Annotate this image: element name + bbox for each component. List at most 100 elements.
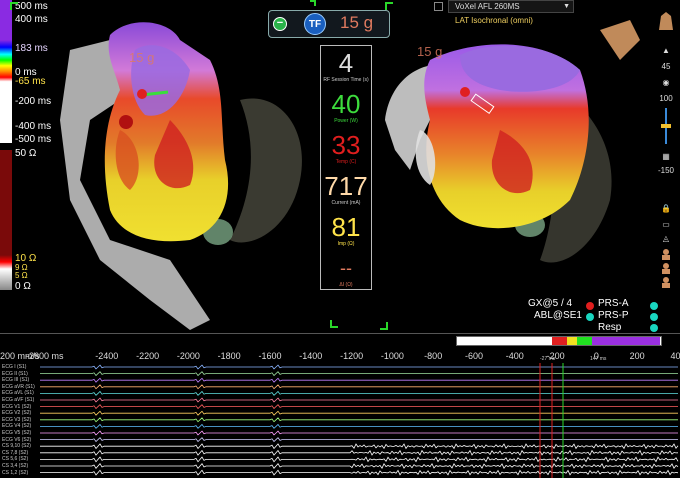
- time-tick-label: -2200: [136, 351, 160, 361]
- ecg-channel-label: CS 1,2 (S2): [2, 469, 29, 476]
- rf-time-value: 4: [338, 48, 354, 78]
- time-tick-label: -400: [505, 351, 524, 361]
- scale-label-183: 183 ms: [15, 43, 48, 54]
- time-tick-label: 0: [593, 351, 599, 361]
- time-tick-label: 200: [629, 351, 645, 361]
- minus-icon[interactable]: −: [273, 17, 287, 31]
- map-select-value: VoXel AFL 260MS: [455, 2, 520, 11]
- ecg-channel-label: ECG aVL (S1): [2, 390, 34, 397]
- map-select-dropdown[interactable]: VoXel AFL 260MS ▼: [448, 0, 574, 13]
- scale-label-5ohm: 5 Ω: [15, 271, 28, 280]
- viewport-corner: [10, 2, 18, 10]
- ecg-channel-label: ECG V4 (S2): [2, 423, 32, 430]
- scale-label-0ohm: 0 Ω: [15, 281, 31, 292]
- ecg-channel-label: ECG V5 (S2): [2, 430, 32, 436]
- ecg-channel-label: CS 5,6 (S2): [2, 456, 29, 463]
- eye-icon[interactable]: ◉: [656, 78, 676, 87]
- ecg-trace: [40, 437, 678, 443]
- view-icon[interactable]: ◬: [656, 234, 676, 243]
- ecg-trace: [40, 423, 678, 429]
- legend-prs-a: PRS-A: [598, 298, 629, 309]
- ecg-trace: [40, 397, 678, 403]
- ecg-trace: [40, 371, 678, 377]
- contact-force-value: 15 g: [340, 13, 374, 32]
- scale-label-neg200: -200 ms: [15, 96, 52, 107]
- right-anatomy-map[interactable]: [380, 20, 650, 320]
- zoom-value: 45: [661, 62, 671, 71]
- ecg-trace: [40, 462, 679, 469]
- rf-current-block: 717 Current (mA): [321, 172, 371, 206]
- time-tick-label: -800: [424, 351, 443, 361]
- triangle-icon[interactable]: ▲: [656, 46, 676, 55]
- scale-label-500: 500 ms: [15, 1, 48, 12]
- prs-a-dot-icon: [650, 302, 658, 310]
- impedance-color-scale[interactable]: [0, 150, 12, 290]
- view-pa-icon[interactable]: [656, 262, 676, 276]
- legend-prs-p: PRS-P: [598, 310, 629, 321]
- scale-label-400: 400 ms: [15, 14, 48, 25]
- viewport-corner: [380, 322, 388, 330]
- map-subtitle: LAT Isochronal (omni): [455, 16, 533, 25]
- viewport-corner: [330, 320, 338, 328]
- ecg-trace: [40, 390, 678, 396]
- time-tick-label: -1000: [380, 351, 404, 361]
- time-tick-label: -2000: [176, 351, 200, 361]
- grid-icon[interactable]: ▦: [656, 152, 676, 161]
- rf-dimp-value: --: [340, 258, 352, 278]
- viewport-corner: [385, 2, 393, 10]
- scale-label-50ohm: 50 Ω: [15, 148, 37, 159]
- lock-icon[interactable]: 🔒: [656, 204, 676, 213]
- scale-label-neg65: -65 ms: [15, 76, 46, 87]
- torso-icon[interactable]: [656, 10, 676, 34]
- ecg-channel-label: ECG V2 (S2): [2, 410, 32, 417]
- ecg-channel-label: ECG V6 (S2): [2, 436, 32, 443]
- view-lao-icon[interactable]: [656, 276, 676, 290]
- ecg-trace: [40, 404, 678, 410]
- time-tick-label: -2600 ms: [26, 351, 64, 361]
- ecg-trace: [40, 443, 679, 450]
- legend-resp: Resp: [598, 322, 622, 333]
- prs-p-dot-icon: [650, 313, 658, 321]
- ecg-channel-label: ECG II (S1): [2, 370, 28, 377]
- card-icon[interactable]: ▭: [656, 220, 676, 229]
- ecg-channel-label: CS 3,4 (S2): [2, 463, 29, 469]
- depth-value: -150: [657, 166, 674, 175]
- ecg-trace: [40, 456, 679, 463]
- abl-dot-icon: [586, 313, 594, 321]
- time-tick-label: -2400: [95, 351, 119, 361]
- ecg-trace: [40, 430, 678, 436]
- ecg-trace: [40, 417, 678, 423]
- time-tick-label: -200: [546, 351, 565, 361]
- rf-power-block: 40 Power (W): [321, 90, 371, 124]
- rf-power-label: Power (W): [334, 118, 358, 124]
- left-anatomy-map[interactable]: [50, 0, 320, 330]
- lat-window-strip[interactable]: [456, 336, 662, 346]
- catheter-force-left: 15 g: [129, 50, 155, 65]
- rf-imp-block: 81 Imp (Ω): [321, 213, 371, 247]
- rf-temp-block: 33 Temp (C): [321, 131, 371, 165]
- gx-dot-icon: [586, 302, 594, 310]
- lat-color-scale[interactable]: [0, 0, 12, 143]
- rf-imp-value: 81: [331, 212, 361, 242]
- resp-dot-icon: [650, 324, 658, 332]
- catheter-force-right: 15 g: [417, 44, 443, 59]
- right-toolbar: ▲ 45 ◉ 100 ▦ -150 🔒 ▭ ◬: [652, 12, 680, 288]
- ecg-trace: [40, 364, 678, 370]
- time-tick-label: -600: [464, 351, 484, 361]
- ecg-channel-label: ECG aVF (S1): [2, 397, 35, 403]
- rf-current-value: 717: [324, 171, 368, 201]
- ecg-trace: [40, 469, 679, 476]
- time-tick-label: -1400: [299, 351, 323, 361]
- time-tick-label: -1200: [340, 351, 364, 361]
- ecg-channel-label: CS 9,10 (S2): [2, 443, 31, 450]
- ecg-channel-label: ECG III (S1): [2, 377, 30, 384]
- ecg-traces[interactable]: [0, 363, 680, 478]
- tf-badge-icon[interactable]: TF: [304, 13, 326, 35]
- rf-time-block: 4 RF Session Time (s): [321, 49, 371, 83]
- ecg-trace: [40, 377, 678, 383]
- rf-dimp-block: -- ΔI (Ω): [321, 254, 371, 288]
- window-icon[interactable]: [434, 2, 443, 11]
- rf-temp-label: Temp (C): [335, 159, 357, 165]
- view-ap-icon[interactable]: [656, 248, 676, 262]
- opacity-slider[interactable]: [656, 106, 676, 146]
